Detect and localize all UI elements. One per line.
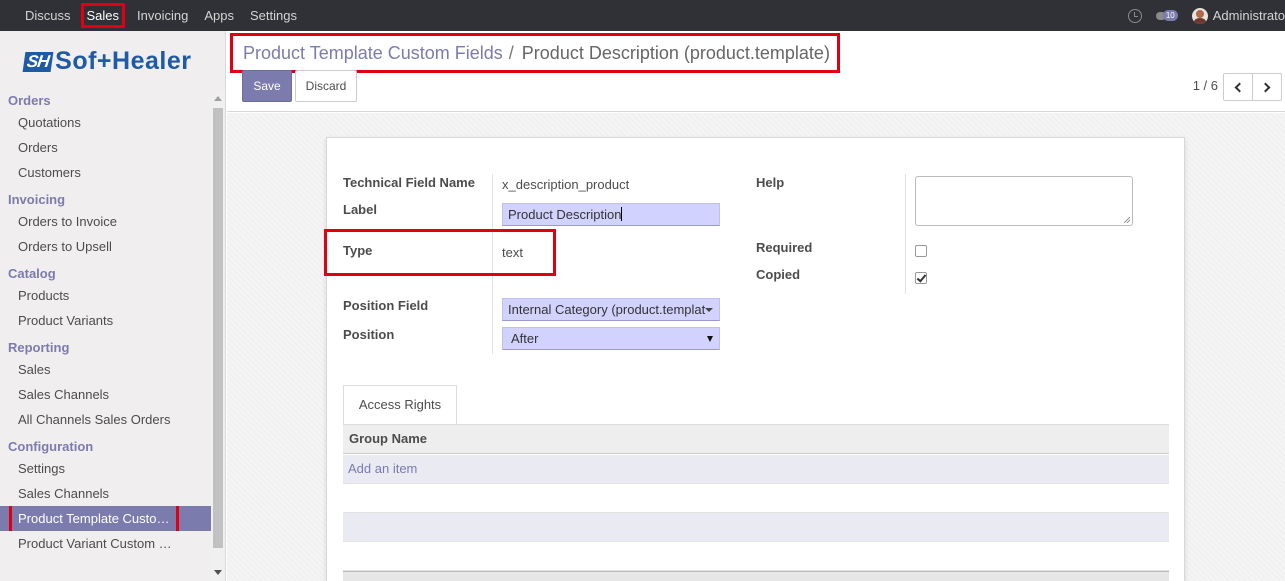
pager-previous-button[interactable] — [1223, 73, 1253, 101]
sidebar-item-settings[interactable]: Settings — [0, 456, 211, 481]
breadcrumb-current: Product Description (product.template) — [521, 42, 830, 63]
scroll-up-icon[interactable] — [214, 96, 222, 101]
breadcrumb: Product Template Custom Fields / Product… — [230, 33, 840, 73]
add-an-item-link[interactable]: Add an item — [343, 455, 1169, 483]
right-label-separator — [905, 174, 906, 294]
position-value: After — [511, 331, 539, 346]
label-field[interactable]: Product Description — [502, 203, 720, 226]
help-textarea[interactable] — [915, 176, 1133, 226]
pager-value[interactable]: 1 / 6 — [1193, 78, 1218, 93]
select-arrow-icon — [707, 336, 713, 342]
sidebar-item-quotations[interactable]: Quotations — [0, 110, 211, 135]
type-label: Type — [343, 243, 373, 258]
softhealer-logo[interactable]: SH Sof+Healer — [0, 31, 225, 92]
pager-next-button[interactable] — [1252, 73, 1282, 101]
sidebar-item-all-channels-sales-orders[interactable]: All Channels Sales Orders — [0, 407, 211, 432]
position-field-value: Internal Category (product.templat — [508, 302, 706, 317]
breadcrumb-separator: / — [508, 42, 514, 63]
table-row — [343, 513, 1169, 542]
table-footer — [343, 571, 1169, 581]
position-field-select[interactable]: Internal Category (product.templat — [502, 298, 720, 321]
required-checkbox[interactable] — [915, 245, 927, 257]
required-label: Required — [756, 240, 813, 255]
menu-sales[interactable]: Sales — [80, 3, 126, 28]
label-label: Label — [343, 202, 377, 217]
logo-sh-icon: SH — [22, 51, 53, 72]
label-field-value: Product Description — [508, 207, 622, 222]
sidebar-item-label: Product Template Custo… — [9, 506, 179, 531]
main-menu: Discuss Sales Invoicing Apps Settings — [0, 0, 305, 31]
type-value[interactable]: text — [502, 245, 523, 260]
sidebar-item-product-template-custom-fields[interactable]: Product Template Custo… — [0, 506, 211, 531]
tab-access-rights[interactable]: Access Rights — [343, 385, 457, 425]
position-label: Position — [343, 327, 395, 342]
chat-count-badge: 10 — [1162, 10, 1178, 21]
section-catalog: Catalog — [8, 266, 56, 281]
sidebar-item-sales-channels[interactable]: Sales Channels — [0, 481, 211, 506]
avatar[interactable] — [1191, 7, 1208, 24]
scroll-down-icon[interactable] — [214, 570, 222, 575]
sidebar-item-product-variants[interactable]: Product Variants — [0, 308, 211, 333]
sidebar-nav: Orders Quotations Orders Customers Invoi… — [0, 92, 211, 556]
breadcrumb-parent[interactable]: Product Template Custom Fields — [243, 43, 503, 64]
dropdown-caret-icon — [705, 308, 713, 312]
sidebar-item-product-variant-custom-fields[interactable]: Product Variant Custom … — [0, 531, 211, 556]
sidebar-item-sales[interactable]: Sales — [0, 357, 211, 382]
position-field-label: Position Field — [343, 298, 429, 313]
table-row: Add an item — [343, 455, 1169, 484]
technical-field-name-value: x_description_product — [502, 177, 630, 192]
logo-mark: SH Sof+Healer — [22, 47, 192, 76]
menu-invoicing[interactable]: Invoicing — [129, 0, 196, 31]
group-name-column-header[interactable]: Group Name — [343, 425, 1169, 454]
position-select[interactable]: After — [502, 327, 720, 350]
section-reporting: Reporting — [8, 340, 70, 355]
user-name[interactable]: Administrato — [1213, 8, 1285, 23]
help-label: Help — [756, 175, 785, 190]
sidebar: SH Sof+Healer Orders Quotations Orders C… — [0, 31, 226, 581]
scroll-thumb[interactable] — [213, 108, 223, 548]
form-sheet: Technical Field Name x_description_produ… — [324, 137, 1185, 581]
sidebar-item-orders[interactable]: Orders — [0, 135, 211, 160]
menu-discuss[interactable]: Discuss — [17, 0, 79, 31]
sidebar-item-customers[interactable]: Customers — [0, 160, 211, 185]
section-configuration: Configuration — [8, 439, 94, 454]
sidebar-item-sales-channels-report[interactable]: Sales Channels — [0, 382, 211, 407]
chevron-left-icon — [1234, 82, 1245, 92]
section-orders: Orders — [8, 93, 51, 108]
sidebar-item-orders-to-invoice[interactable]: Orders to Invoice — [0, 209, 211, 234]
discard-button[interactable]: Discard — [295, 70, 357, 102]
technical-field-name-label: Technical Field Name — [343, 175, 475, 190]
systray: 10 Administrato — [1127, 0, 1285, 31]
clock-icon[interactable] — [1127, 8, 1142, 23]
chevron-right-icon — [1260, 82, 1271, 92]
table-row — [343, 484, 1169, 513]
save-button[interactable]: Save — [242, 70, 292, 102]
copied-label: Copied — [756, 267, 801, 282]
menu-settings[interactable]: Settings — [242, 0, 305, 31]
table-row — [343, 542, 1169, 571]
logo-text: Sof+Healer — [55, 47, 192, 75]
control-panel: Product Template Custom Fields / Product… — [227, 31, 1285, 112]
sidebar-item-products[interactable]: Products — [0, 283, 211, 308]
menu-apps[interactable]: Apps — [196, 0, 242, 31]
chat-icon[interactable]: 10 — [1155, 10, 1178, 21]
form-view: Technical Field Name x_description_produ… — [227, 113, 1285, 581]
section-invoicing: Invoicing — [8, 192, 66, 207]
text-cursor — [621, 207, 623, 221]
sidebar-scrollbar[interactable] — [211, 92, 225, 581]
top-navbar: Discuss Sales Invoicing Apps Settings 10… — [0, 0, 1285, 31]
copied-checkbox[interactable] — [915, 272, 927, 284]
sidebar-item-orders-to-upsell[interactable]: Orders to Upsell — [0, 234, 211, 259]
